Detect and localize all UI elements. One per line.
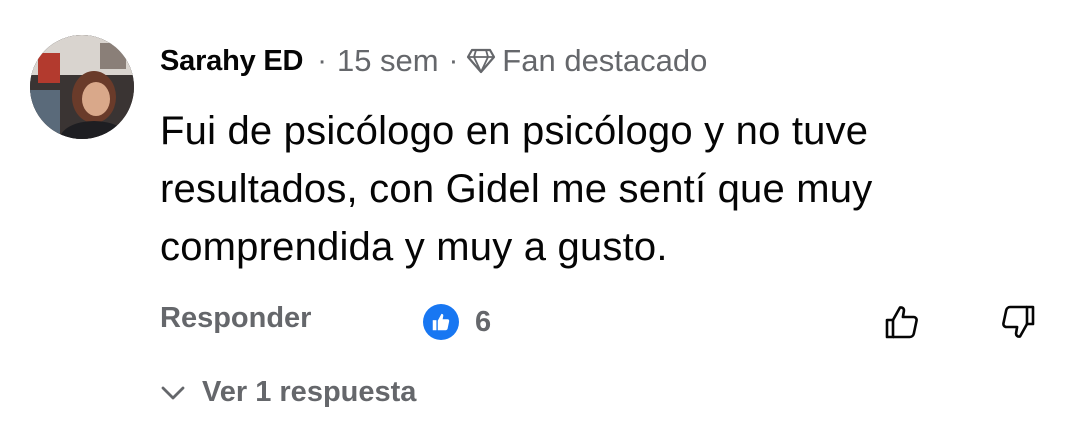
diamond-icon [467, 48, 496, 74]
reaction-count: 6 [475, 305, 492, 338]
fan-badge: Fan destacado [466, 43, 707, 79]
separator-dot: · [448, 44, 459, 77]
reply-button[interactable]: Responder [160, 302, 311, 335]
author-name[interactable]: Sarahy ED [160, 45, 303, 78]
comment-header: Sarahy ED · 15 sem · Fan destacado [160, 40, 707, 82]
comment-text: Fui de psicólogo en psicólogo y no tuve … [160, 109, 873, 269]
reaction-summary[interactable]: 6 [423, 304, 491, 340]
badge-label: Fan destacado [502, 43, 708, 78]
view-replies-button[interactable]: Ver 1 respuesta [160, 376, 416, 409]
comment: Sarahy ED · 15 sem · Fan destacado Fui d… [0, 0, 1080, 436]
thumbs-up-icon [885, 306, 918, 339]
thumbs-up-button[interactable] [880, 300, 924, 344]
separator-dot: · [317, 44, 327, 77]
avatar-image [30, 35, 134, 139]
timestamp[interactable]: 15 sem [337, 43, 439, 79]
thumbs-down-icon [1002, 305, 1035, 338]
chevron-down-icon [161, 386, 185, 399]
view-replies-label: Ver 1 respuesta [202, 376, 417, 408]
like-icon [423, 304, 459, 340]
comment-actions: Responder 6 [160, 300, 1040, 344]
thumbs-down-button[interactable] [996, 300, 1040, 344]
avatar[interactable] [30, 35, 134, 139]
